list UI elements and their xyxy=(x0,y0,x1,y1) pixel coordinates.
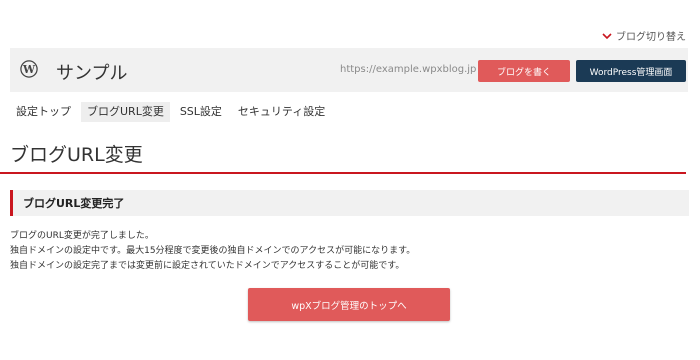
tab-blog-url-change[interactable]: ブログURL変更 xyxy=(81,102,170,122)
site-name: サンプル xyxy=(56,63,128,84)
completion-messages: ブログのURL変更が完了しました。 独自ドメインの設定中です。最大15分程度で変… xyxy=(10,229,415,274)
section-title: ブログURL変更完了 xyxy=(23,197,125,210)
site-url-link[interactable]: https://example.wpxblog.jp xyxy=(340,64,490,75)
site-header: W サンプル https://example.wpxblog.jp ブログを書く… xyxy=(10,48,688,92)
blog-switch-label: ブログ切り替え xyxy=(616,32,686,43)
write-blog-button[interactable]: ブログを書く xyxy=(478,60,570,82)
message-line: 独自ドメインの設定完了までは変更前に設定されていたドメインでアクセスすることが可… xyxy=(10,261,405,271)
message-line: 独自ドメインの設定中です。最大15分程度で変更後の独自ドメインでのアクセスが可能… xyxy=(10,246,416,256)
message-line: ブログのURL変更が完了しました。 xyxy=(10,231,154,241)
title-divider xyxy=(0,172,686,174)
wordpress-admin-button[interactable]: WordPress管理画面 xyxy=(576,60,686,82)
tab-settings-top[interactable]: 設定トップ xyxy=(10,102,77,122)
wordpress-icon: W xyxy=(20,60,38,78)
blog-switch-toggle[interactable]: ブログ切り替え xyxy=(602,28,686,43)
tab-ssl-settings[interactable]: SSL設定 xyxy=(174,102,228,122)
settings-tabs: 設定トップ ブログURL変更 SSL設定 セキュリティ設定 xyxy=(10,102,331,122)
wpx-blog-top-button[interactable]: wpXブログ管理のトップへ xyxy=(248,288,450,321)
page-title: ブログURL変更 xyxy=(10,144,143,166)
chevron-down-icon xyxy=(602,32,612,39)
site-url-text: https://example.wpxblog.jp xyxy=(340,64,477,75)
section-header: ブログURL変更完了 xyxy=(10,190,689,216)
tab-security-settings[interactable]: セキュリティ設定 xyxy=(232,102,331,122)
svg-text:W: W xyxy=(22,63,36,76)
